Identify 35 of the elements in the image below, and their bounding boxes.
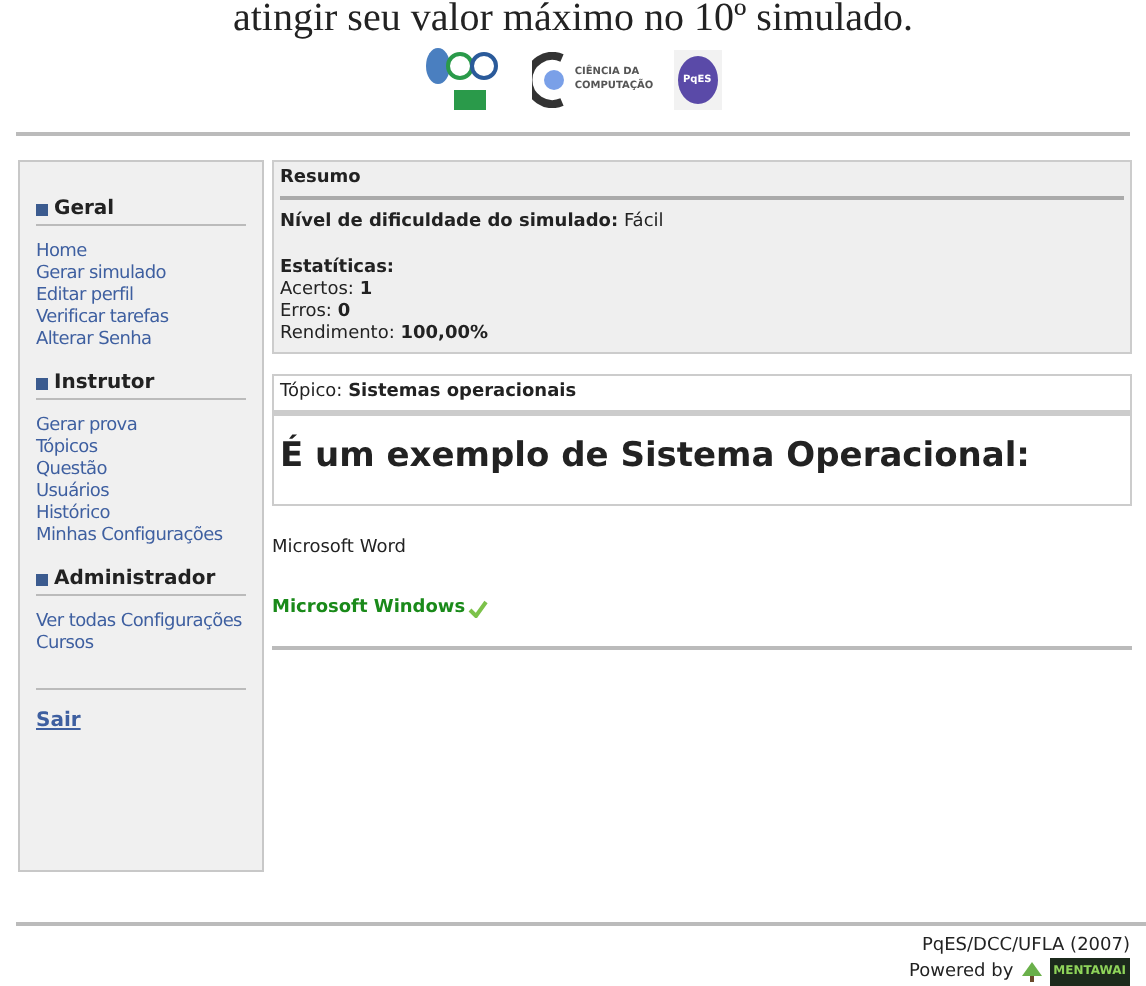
menu-link[interactable]: Questão [36, 460, 246, 482]
menu-link[interactable]: Ver todas Configurações [36, 612, 246, 634]
menu-link[interactable]: Usuários [36, 482, 246, 504]
menu-link[interactable]: Home [36, 242, 246, 264]
stat-text: Acertos: 1 [280, 280, 375, 302]
stats-title: Estatíticas: [280, 258, 397, 280]
menu-link[interactable]: Tópicos [36, 438, 246, 460]
bullet-icon [36, 573, 48, 585]
difficulty-text: Nível de dificuldade do simulado: Fácil [280, 212, 666, 234]
menu-link[interactable]: Histórico [36, 504, 246, 526]
answer-option: Microsoft Windows [272, 598, 466, 618]
menu-link[interactable]: Gerar simulado [36, 264, 246, 286]
menu-link[interactable]: Minhas Configurações [36, 526, 246, 548]
bullet-icon [36, 377, 48, 389]
tree-icon [1019, 962, 1044, 982]
answer-option: Microsoft Word [272, 538, 406, 558]
heading-text: atingir seu valor máximo no 10º simulado. [230, 0, 916, 40]
bullet-icon [36, 203, 48, 215]
exit-link[interactable]: Sair [36, 710, 246, 732]
stat-text: Erros: 0 [280, 302, 353, 324]
credit-text: PqES/DCC/UFLA (2007) [921, 934, 1130, 958]
section-name: Geral [54, 198, 115, 220]
question-text: É um exemplo de Sistema Operacional: [280, 436, 1032, 476]
menu-link[interactable]: Verificar tarefas [36, 308, 246, 330]
topic-text: Tópico: Sistemas operacionais [280, 382, 579, 404]
section-name: Instrutor [54, 372, 155, 394]
menu-link[interactable]: Gerar prova [36, 416, 246, 438]
check-icon [467, 599, 488, 617]
menu-link[interactable]: Editar perfil [36, 286, 246, 308]
powered-by-text: Powered by [909, 960, 1014, 984]
summary-title: Resumo [280, 168, 1124, 200]
menu-link[interactable]: Cursos [36, 634, 246, 656]
section-name: Administrador [54, 568, 216, 590]
menu-link[interactable]: Alterar Senha [36, 330, 246, 352]
stat-text: Rendimento: 100,00% [280, 324, 491, 346]
